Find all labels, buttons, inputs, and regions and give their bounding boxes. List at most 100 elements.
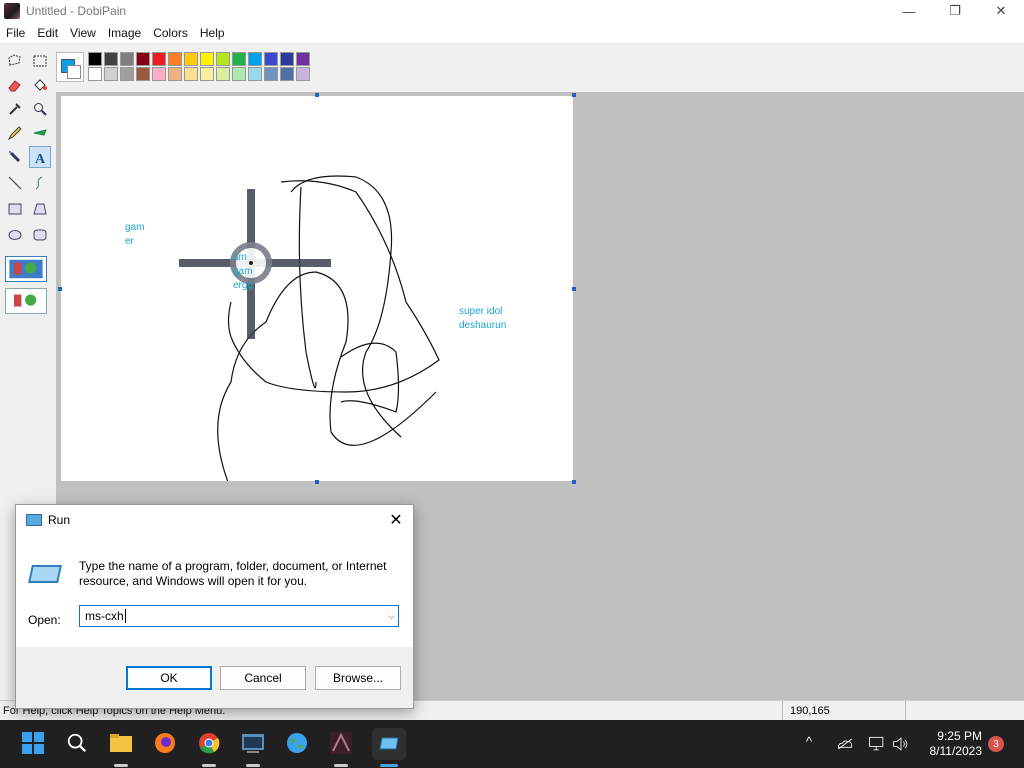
- color-swatch[interactable]: [104, 67, 118, 81]
- color-swatch[interactable]: [136, 67, 150, 81]
- color-swatches: [88, 52, 312, 82]
- color-swatch[interactable]: [200, 52, 214, 66]
- menu-bar: File Edit View Image Colors Help: [0, 22, 1024, 44]
- window-title: Untitled - DobiPain: [26, 4, 127, 18]
- tray-chevron-icon[interactable]: ^: [806, 734, 812, 749]
- resize-handle-top[interactable]: [315, 93, 319, 97]
- transparent-selection-icon[interactable]: [5, 288, 47, 314]
- taskbar-clock[interactable]: 9:25 PM 8/11/2023: [918, 729, 983, 759]
- menu-edit[interactable]: Edit: [31, 26, 64, 40]
- cancel-button[interactable]: Cancel: [220, 666, 306, 690]
- svg-text:A: A: [35, 152, 46, 165]
- globe-icon[interactable]: [284, 730, 310, 756]
- color-swatch[interactable]: [200, 67, 214, 81]
- run-title-bar: Run ✕: [16, 505, 413, 535]
- menu-colors[interactable]: Colors: [147, 26, 194, 40]
- firefox-icon[interactable]: [152, 730, 178, 756]
- text-tool-icon[interactable]: A: [29, 146, 51, 168]
- terminal-icon[interactable]: [240, 730, 266, 756]
- color-swatch[interactable]: [152, 67, 166, 81]
- start-icon[interactable]: [20, 730, 46, 756]
- active-indicator: [114, 764, 128, 767]
- close-button[interactable]: ✕: [978, 0, 1024, 22]
- color-swatch[interactable]: [216, 67, 230, 81]
- run-dialog: Run ✕ Type the name of a program, folder…: [15, 504, 414, 709]
- color-swatch[interactable]: [120, 67, 134, 81]
- search-icon[interactable]: [64, 730, 90, 756]
- browse-button[interactable]: Browse...: [315, 666, 401, 690]
- volume-icon[interactable]: [888, 731, 914, 757]
- magnifier-icon[interactable]: [29, 98, 51, 120]
- active-indicator: [202, 764, 216, 767]
- color-swatch[interactable]: [104, 52, 118, 66]
- color-swatch[interactable]: [264, 67, 278, 81]
- text-caret: [124, 609, 126, 623]
- run-taskbar-icon[interactable]: [372, 728, 406, 760]
- menu-image[interactable]: Image: [102, 26, 147, 40]
- resize-handle-top-right[interactable]: [572, 93, 576, 97]
- canvas-text-gamer: gam er: [125, 222, 145, 247]
- eraser-icon[interactable]: [4, 74, 26, 96]
- polygon-icon[interactable]: [29, 198, 51, 220]
- file-explorer-icon[interactable]: [108, 730, 134, 756]
- color-swatch[interactable]: [168, 52, 182, 66]
- color-swatch[interactable]: [232, 67, 246, 81]
- color-swatch[interactable]: [264, 52, 278, 66]
- color-swatch[interactable]: [184, 52, 198, 66]
- title-bar: Untitled - DobiPain — ❐ ✕: [0, 0, 1024, 22]
- dobipain-icon[interactable]: [328, 730, 354, 756]
- line-icon[interactable]: [4, 172, 26, 194]
- chrome-icon[interactable]: [196, 730, 222, 756]
- color-swatch[interactable]: [280, 67, 294, 81]
- network-icon[interactable]: [864, 731, 890, 757]
- background-color[interactable]: [67, 65, 81, 79]
- menu-help[interactable]: Help: [194, 26, 231, 40]
- toolbox: A: [0, 48, 52, 318]
- taskbar: ^ 9:25 PM 8/11/2023 3: [0, 720, 1024, 768]
- opaque-selection-icon[interactable]: [5, 256, 47, 282]
- color-swatch[interactable]: [136, 52, 150, 66]
- brush-icon[interactable]: [29, 122, 51, 144]
- notification-badge[interactable]: 3: [988, 736, 1004, 752]
- color-swatch[interactable]: [168, 67, 182, 81]
- curve-icon[interactable]: [29, 172, 51, 194]
- pencil-icon[interactable]: [4, 122, 26, 144]
- rounded-rect-icon[interactable]: [29, 224, 51, 246]
- color-swatch[interactable]: [88, 67, 102, 81]
- ellipse-icon[interactable]: [4, 224, 26, 246]
- rectangle-icon[interactable]: [4, 198, 26, 220]
- fill-bucket-icon[interactable]: [29, 74, 51, 96]
- drawing-canvas[interactable]: gam er am gam ergg super idol deshaurun: [61, 96, 573, 481]
- chevron-down-icon[interactable]: ⌵: [388, 611, 395, 622]
- color-swatch[interactable]: [296, 52, 310, 66]
- resize-handle-bottom-right[interactable]: [572, 480, 576, 484]
- color-swatch[interactable]: [248, 67, 262, 81]
- canvas-text-super-idol: super idol deshaurun: [459, 306, 507, 331]
- resize-handle-left[interactable]: [58, 287, 62, 291]
- menu-view[interactable]: View: [64, 26, 102, 40]
- menu-file[interactable]: File: [0, 26, 31, 40]
- rect-select-icon[interactable]: [29, 50, 51, 72]
- onedrive-offline-icon[interactable]: [832, 731, 858, 757]
- color-picker-icon[interactable]: [4, 98, 26, 120]
- color-swatch[interactable]: [296, 67, 310, 81]
- color-swatch[interactable]: [120, 52, 134, 66]
- color-swatch[interactable]: [232, 52, 246, 66]
- minimize-button[interactable]: —: [886, 0, 932, 22]
- run-program-icon: [28, 565, 62, 583]
- color-swatch[interactable]: [216, 52, 230, 66]
- maximize-button[interactable]: ❐: [932, 0, 978, 22]
- free-select-icon[interactable]: [4, 50, 26, 72]
- color-swatch[interactable]: [152, 52, 166, 66]
- resize-handle-right[interactable]: [572, 287, 576, 291]
- ok-button[interactable]: OK: [126, 666, 212, 690]
- color-swatch[interactable]: [280, 52, 294, 66]
- color-swatch[interactable]: [88, 52, 102, 66]
- open-combobox[interactable]: ms-cxh ⌵: [79, 605, 399, 627]
- run-close-button[interactable]: ✕: [385, 509, 407, 531]
- open-input-value[interactable]: ms-cxh: [85, 609, 124, 623]
- color-swatch[interactable]: [248, 52, 262, 66]
- airbrush-icon[interactable]: [4, 146, 26, 168]
- resize-handle-bottom[interactable]: [315, 480, 319, 484]
- color-swatch[interactable]: [184, 67, 198, 81]
